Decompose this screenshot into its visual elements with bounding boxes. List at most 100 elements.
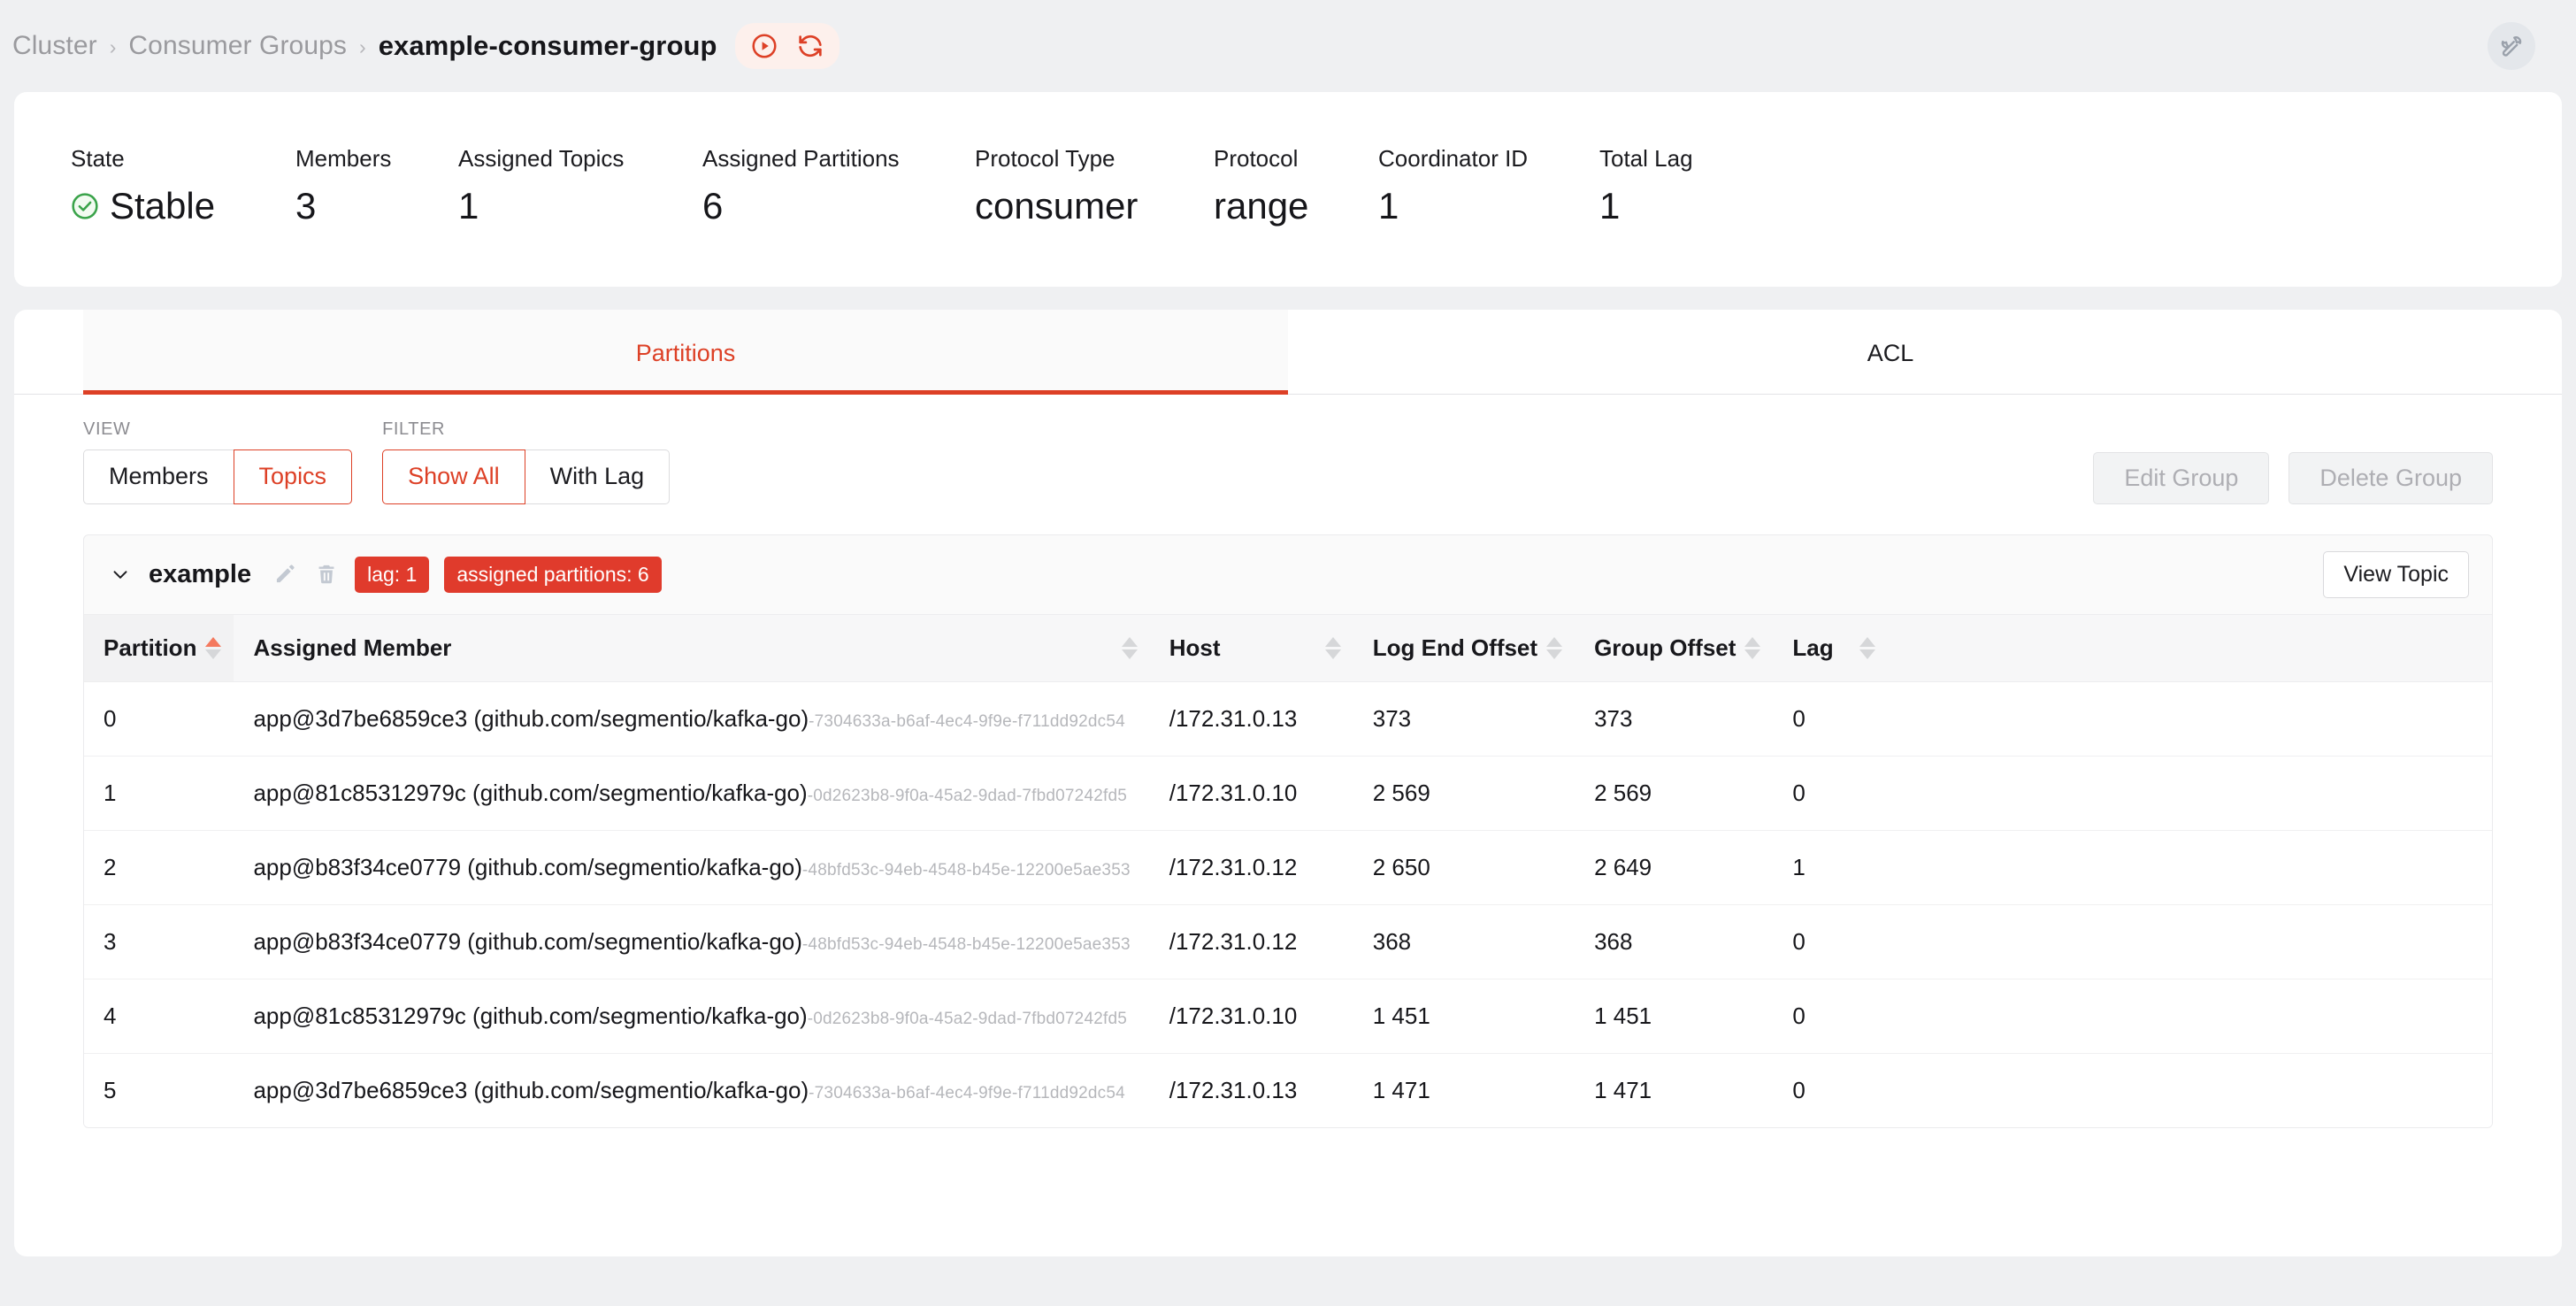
sort-toggle-group-offset[interactable] <box>1744 636 1761 659</box>
sort-toggle-log-end-offset[interactable] <box>1546 636 1563 659</box>
column-label: Partition <box>104 634 197 661</box>
view-control: VIEW Members Topics <box>83 419 353 504</box>
table-header: Partition Assigned Member Host Log End O… <box>84 613 2492 682</box>
stat-protocol: Protocol range <box>1214 145 1378 227</box>
badge-assigned-partitions: assigned partitions: 6 <box>444 556 662 593</box>
stat-total-lag: Total Lag 1 <box>1599 145 1693 227</box>
group-actions: Edit Group Delete Group <box>2093 451 2493 504</box>
filter-segmented-control: Show All With Lag <box>382 449 671 504</box>
cell-log-end-offset: 2 569 <box>1353 756 1576 831</box>
cell-log-end-offset: 1 451 <box>1353 979 1576 1054</box>
cell-partition: 2 <box>84 830 234 905</box>
cell-assigned-member: app@b83f34ce0779 (github.com/segmentio/k… <box>234 904 1150 980</box>
member-name: app@3d7be6859ce3 (github.com/segmentio/k… <box>253 1076 809 1103</box>
topic-header: example lag: 1 assigned partitions: 6 Vi… <box>84 535 2492 614</box>
column-header-assigned-member[interactable]: Assigned Member <box>234 613 1150 682</box>
table-row[interactable]: 2 app@b83f34ce0779 (github.com/segmentio/… <box>84 830 2492 905</box>
member-id: -48bfd53c-94eb-4548-b45e-12200e5ae353 <box>801 934 1131 954</box>
cell-group-offset: 1 471 <box>1594 1076 1652 1103</box>
member-id: -48bfd53c-94eb-4548-b45e-12200e5ae353 <box>801 860 1131 880</box>
breadcrumb-item-consumer-groups[interactable]: Consumer Groups <box>128 31 347 61</box>
view-topic-button[interactable]: View Topic <box>2323 550 2469 598</box>
tab-partitions[interactable]: Partitions <box>83 310 1288 395</box>
table-header-row: Partition Assigned Member Host Log End O… <box>84 613 2492 682</box>
topic-section: example lag: 1 assigned partitions: 6 Vi… <box>83 534 2493 1128</box>
stat-state: State Stable <box>71 145 295 227</box>
cell-assigned-member: app@3d7be6859ce3 (github.com/segmentio/k… <box>234 681 1150 757</box>
check-circle-icon <box>71 192 99 220</box>
controls-row: VIEW Members Topics FILTER Show All With… <box>14 395 2562 504</box>
filter-option-with-lag[interactable]: With Lag <box>524 449 671 504</box>
cell-assigned-member: app@b83f34ce0779 (github.com/segmentio/k… <box>234 830 1150 905</box>
stat-assigned-partitions: Assigned Partitions 6 <box>702 145 975 227</box>
app-root: Cluster › Consumer Groups › example-cons… <box>0 0 2576 1306</box>
stat-label: Assigned Partitions <box>702 145 900 172</box>
stat-label: Total Lag <box>1599 145 1693 172</box>
stat-value: 6 <box>702 185 724 227</box>
cell-log-end-offset: 1 471 <box>1372 1076 1430 1103</box>
stat-protocol-type: Protocol Type consumer <box>975 145 1214 227</box>
cell-log-end-offset: 2 650 <box>1353 830 1576 905</box>
tools-button[interactable] <box>2488 22 2535 70</box>
view-segmented-control: Members Topics <box>83 449 353 504</box>
edit-group-button[interactable]: Edit Group <box>2093 451 2270 504</box>
cell-assigned-member: app@3d7be6859ce3 (github.com/segmentio/k… <box>234 1053 1149 1127</box>
column-header-lag[interactable]: Lag <box>1773 613 1889 682</box>
chevron-down-icon[interactable] <box>107 561 134 588</box>
cell-host: /172.31.0.13 <box>1169 1076 1298 1103</box>
stat-value: range <box>1214 185 1309 227</box>
view-option-members[interactable]: Members <box>83 449 234 504</box>
sort-toggle-host[interactable] <box>1324 636 1341 659</box>
cell-lag: 0 <box>1773 904 1889 980</box>
cell-group-offset: 368 <box>1575 904 1774 980</box>
tab-acl[interactable]: ACL <box>1288 310 2493 394</box>
header-actions <box>734 23 840 69</box>
view-option-topics[interactable]: Topics <box>233 449 353 504</box>
wrench-icon <box>2498 31 2525 62</box>
stat-label: Protocol <box>1214 145 1299 172</box>
table-row[interactable]: 1 app@81c85312979c (github.com/segmentio/… <box>84 756 2492 831</box>
cell-host: /172.31.0.10 <box>1149 756 1353 831</box>
filter-option-show-all[interactable]: Show All <box>382 449 525 504</box>
cell-partition: 4 <box>84 979 234 1054</box>
table-row[interactable]: 4 app@81c85312979c (github.com/segmentio/… <box>84 979 2492 1054</box>
table-row[interactable]: 3 app@b83f34ce0779 (github.com/segmentio/… <box>84 904 2492 980</box>
stat-value: Stable <box>71 185 295 227</box>
member-id: -7304633a-b6af-4ec4-9f9e-f711dd92dc54 <box>809 1083 1125 1102</box>
play-circle-icon[interactable] <box>749 31 779 61</box>
cell-partition: 0 <box>84 681 234 757</box>
cell-group-offset: 373 <box>1575 681 1774 757</box>
stat-coordinator-id: Coordinator ID 1 <box>1378 145 1599 227</box>
stat-label: Coordinator ID <box>1378 145 1529 172</box>
page-title: example-consumer-group <box>378 30 717 61</box>
column-header-host[interactable]: Host <box>1149 613 1353 682</box>
badge-lag: lag: 1 <box>355 556 430 593</box>
column-header-group-offset[interactable]: Group Offset <box>1575 613 1774 682</box>
table-row[interactable]: 0 app@3d7be6859ce3 (github.com/segmentio/… <box>84 681 2492 757</box>
topic-name: example <box>149 559 252 588</box>
sort-toggle-lag[interactable] <box>1859 636 1876 659</box>
column-label: Host <box>1169 634 1221 661</box>
cell-lag: 0 <box>1792 1076 1806 1103</box>
sort-toggle-assigned-member[interactable] <box>1121 636 1138 659</box>
view-label: VIEW <box>83 419 131 439</box>
breadcrumb-item-cluster[interactable]: Cluster <box>12 31 97 61</box>
refresh-icon[interactable] <box>795 31 825 61</box>
stat-label: State <box>71 145 125 172</box>
trash-icon[interactable] <box>313 561 340 588</box>
column-header-partition[interactable]: Partition <box>84 613 234 682</box>
column-label: Log End Offset <box>1372 634 1538 661</box>
stat-value: 1 <box>458 185 479 227</box>
pencil-icon[interactable] <box>272 561 298 588</box>
member-id: -0d2623b8-9f0a-45a2-9dad-7fbd07242fd5 <box>807 786 1127 805</box>
cell-partition: 5 <box>104 1076 117 1103</box>
group-summary-card: State Stable Members 3 Assigned Topics 1… <box>14 92 2562 287</box>
column-header-log-end-offset[interactable]: Log End Offset <box>1353 613 1576 682</box>
topbar: Cluster › Consumer Groups › example-cons… <box>0 0 2576 92</box>
cell-filler <box>1888 830 2492 905</box>
member-name: app@b83f34ce0779 (github.com/segmentio/k… <box>253 853 802 880</box>
sort-toggle-partition[interactable] <box>205 636 222 659</box>
table-row[interactable]: 5 app@3d7be6859ce3 (github.com/segmentio/… <box>84 1053 2492 1127</box>
delete-group-button[interactable]: Delete Group <box>2288 451 2493 504</box>
table-body: 0 app@3d7be6859ce3 (github.com/segmentio/… <box>84 681 2492 1127</box>
